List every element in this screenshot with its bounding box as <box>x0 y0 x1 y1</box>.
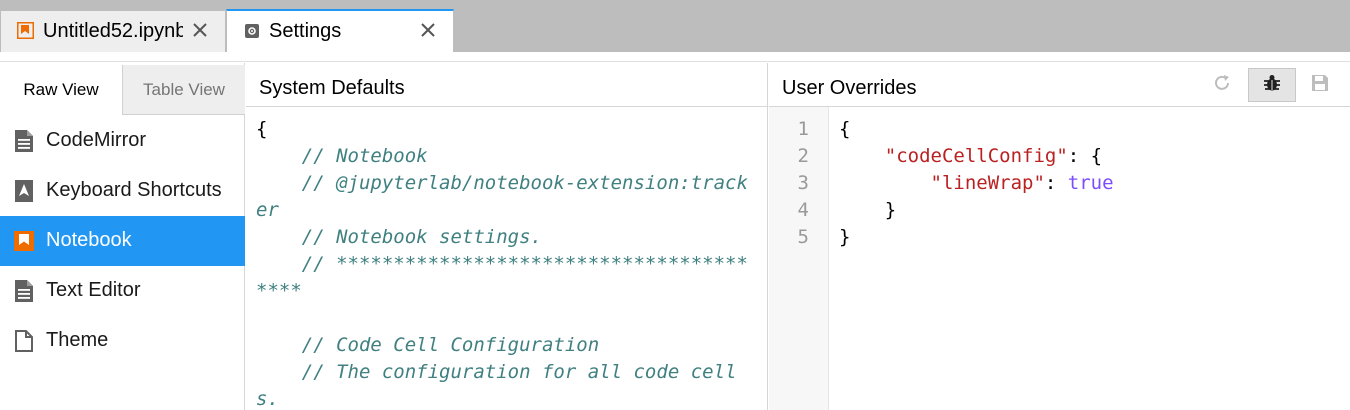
code-comment: // Notebook <box>256 145 428 167</box>
code-punct: } <box>839 226 851 248</box>
tab-settings[interactable]: Settings <box>226 9 454 52</box>
plugin-label: Keyboard Shortcuts <box>46 179 222 201</box>
tab-label: Untitled52.ipynb <box>43 20 183 42</box>
tab-table-view[interactable]: Table View <box>123 65 245 115</box>
user-overrides-editor[interactable]: { "codeCellConfig": { "lineWrap": true }… <box>829 107 1350 410</box>
plugin-label: Theme <box>46 329 109 351</box>
revert-button[interactable] <box>1204 68 1240 102</box>
plugin-label: Text Editor <box>46 279 141 301</box>
tab-bar: Untitled52.ipynb Settings <box>0 0 1350 52</box>
line-number: 2 <box>797 145 809 167</box>
notebook-icon <box>16 21 35 40</box>
bug-icon <box>1262 73 1282 98</box>
code-comment: // @jupyterlab/notebook-extension:tracke… <box>256 172 748 221</box>
panel-title: User Overrides <box>782 77 917 99</box>
code-line: "codeCellConfig": { <box>839 143 1340 170</box>
plugin-item-theme[interactable]: Theme <box>0 316 245 366</box>
refresh-icon <box>1212 73 1232 98</box>
plugin-list: CodeMirror Keyboard Shortcuts Notebook T… <box>0 116 245 366</box>
close-icon[interactable] <box>419 21 437 39</box>
line-number: 5 <box>797 226 809 248</box>
line-number: 3 <box>797 172 809 194</box>
code-punct: : { <box>1067 145 1103 167</box>
code-punct: : <box>1044 172 1068 194</box>
text-file-icon <box>12 129 36 153</box>
code-comment: // Notebook settings. <box>256 226 542 248</box>
plugin-item-keyboard-shortcuts[interactable]: Keyboard Shortcuts <box>0 166 245 216</box>
code-value: true <box>1067 172 1114 194</box>
keyboard-shortcut-icon <box>12 179 36 203</box>
code-punct: { <box>839 118 851 140</box>
panel-title: System Defaults <box>259 77 405 99</box>
view-tabs: Raw View Table View <box>0 65 245 115</box>
system-defaults-editor[interactable]: { // Notebook // @jupyterlab/notebook-ex… <box>246 107 768 410</box>
system-defaults-header: System Defaults <box>246 63 768 107</box>
user-overrides-header: User Overrides <box>769 63 1350 107</box>
debug-button[interactable] <box>1248 68 1296 102</box>
code-comment: // *************************************… <box>256 253 748 302</box>
panel-top-border <box>0 52 1350 62</box>
tab-raw-view[interactable]: Raw View <box>0 65 123 115</box>
code-comment: // Code Cell Configuration <box>256 334 600 356</box>
code-comment: // The configuration for all code cells. <box>256 361 737 410</box>
code-line: { <box>839 116 1340 143</box>
close-icon[interactable] <box>191 21 209 39</box>
line-number: 4 <box>797 199 809 221</box>
save-icon <box>1311 74 1329 97</box>
gear-icon <box>245 24 259 38</box>
plugin-item-codemirror[interactable]: CodeMirror <box>0 116 245 166</box>
code-punct: } <box>884 199 897 221</box>
line-number: 1 <box>797 118 809 140</box>
save-button[interactable] <box>1302 68 1338 102</box>
plugin-label: Notebook <box>46 229 132 251</box>
notebook-icon <box>12 229 36 253</box>
line-number-gutter: 1 2 3 4 5 <box>769 107 829 410</box>
code-line: } <box>839 224 1340 251</box>
settings-sidebar: Raw View Table View CodeMirror Keyboard … <box>0 63 245 410</box>
tab-label: Settings <box>269 20 342 42</box>
file-icon <box>12 329 36 353</box>
code-line: } <box>839 197 1340 224</box>
code-line: { <box>256 118 268 140</box>
tab-notebook[interactable]: Untitled52.ipynb <box>0 10 226 52</box>
plugin-item-text-editor[interactable]: Text Editor <box>0 266 245 316</box>
code-key: "lineWrap" <box>930 172 1045 194</box>
plugin-item-notebook[interactable]: Notebook <box>0 216 245 266</box>
code-key: "codeCellConfig" <box>884 145 1068 167</box>
code-line: "lineWrap": true <box>839 170 1340 197</box>
plugin-label: CodeMirror <box>46 129 147 151</box>
text-file-icon <box>12 279 36 303</box>
